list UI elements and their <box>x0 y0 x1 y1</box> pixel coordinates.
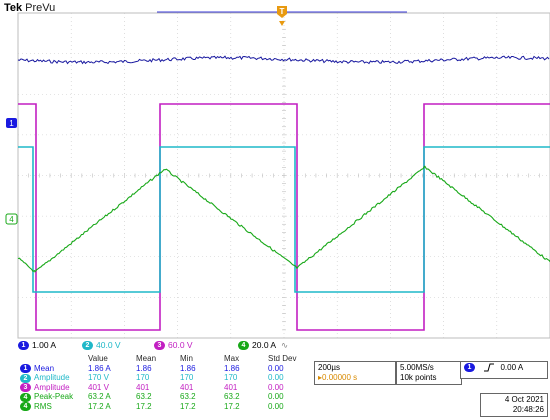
table-row[interactable]: 4 Peak-Peak 63.2 A 63.2 63.2 63.2 0.00 <box>18 392 310 402</box>
measurement-std: 0.00 <box>268 373 284 383</box>
measurement-mean: 401 <box>136 382 150 392</box>
ch4-badge-icon: 4 <box>20 402 31 412</box>
ch2-scale[interactable]: 2 40.0 V <box>82 340 121 351</box>
ch4-badge-icon: 4 <box>20 392 31 402</box>
measurement-max: 170 <box>224 373 238 383</box>
measurement-value: 401 V <box>88 382 109 392</box>
horizontal-delay: ▸0.00000 s <box>318 373 358 382</box>
ch1-marker-label: 1 <box>9 119 14 128</box>
col-min: Min <box>180 354 193 363</box>
measurement-min: 170 <box>180 373 194 383</box>
trigger-position-label: T <box>280 7 285 16</box>
measurement-std: 0.00 <box>268 382 284 392</box>
col-std-dev: Std Dev <box>268 354 297 363</box>
measurement-name: Peak-Peak <box>34 392 74 402</box>
measurement-mean: 1.86 <box>136 363 152 373</box>
record-length: 10k points <box>400 373 437 382</box>
measurement-name: Amplitude <box>34 382 70 392</box>
date: 4 Oct 2021 <box>504 395 544 404</box>
measurement-max: 63.2 <box>224 392 240 402</box>
measurement-min: 17.2 <box>180 401 196 411</box>
ch1-badge-icon: 1 <box>20 363 31 373</box>
col-value: Value <box>88 354 108 363</box>
ch1-scale-value: 1.00 A <box>32 340 57 350</box>
ch1-scale[interactable]: 1 1.00 A <box>18 340 56 351</box>
col-mean: Mean <box>136 354 157 363</box>
ch4-scale[interactable]: 4 20.0 A ∿ <box>238 340 288 351</box>
trigger-source-badge: 1 <box>464 363 475 373</box>
ch4-scale-value: 20.0 A <box>252 340 276 350</box>
measurement-mean: 170 <box>136 373 150 383</box>
ch4-marker-label: 4 <box>9 215 14 224</box>
measurement-value: 63.2 A <box>88 392 111 402</box>
ch2-badge-icon: 2 <box>82 341 93 351</box>
ch2-trace <box>18 146 550 293</box>
trigger-readout[interactable]: 1 0.00 A <box>460 361 548 379</box>
time: 20:48:26 <box>512 405 544 414</box>
measurement-min: 1.86 <box>180 363 196 373</box>
measurement-mean: 63.2 <box>136 392 152 402</box>
measurement-std: 0.00 <box>268 363 284 373</box>
table-row[interactable]: 2 Amplitude 170 V 170 170 170 0.00 <box>18 373 310 383</box>
ch1-badge-icon: 1 <box>18 341 29 351</box>
rising-edge-icon <box>484 363 495 372</box>
ch2-scale-value: 40.0 V <box>96 340 121 350</box>
measurement-mean: 17.2 <box>136 401 152 411</box>
measurement-max: 401 <box>224 382 238 392</box>
table-row[interactable]: 1 Mean 1.86 A 1.86 1.86 1.86 0.00 <box>18 364 310 374</box>
measurement-min: 401 <box>180 382 194 392</box>
measurement-std: 0.00 <box>268 392 284 402</box>
measurement-value: 17.2 A <box>88 401 111 411</box>
bandwidth-limit-icon: ∿ <box>281 340 289 350</box>
sample-rate: 5.00MS/s <box>400 363 434 372</box>
ch3-scale-value: 60.0 V <box>168 340 193 350</box>
measurement-max: 17.2 <box>224 401 240 411</box>
table-row[interactable]: 4 RMS 17.2 A 17.2 17.2 17.2 0.00 <box>18 402 310 412</box>
trace-markers: 1 4 T <box>5 6 287 225</box>
ch3-badge-icon: 3 <box>20 383 31 393</box>
measurement-max: 1.86 <box>224 363 240 373</box>
measurement-value: 170 V <box>88 373 109 383</box>
ch2-badge-icon: 2 <box>20 373 31 383</box>
ch3-badge-icon: 3 <box>154 341 165 351</box>
measurement-header-row: Value Mean Min Max Std Dev <box>18 354 310 364</box>
trigger-level: 0.00 A <box>500 363 524 372</box>
measurement-min: 63.2 <box>180 392 196 402</box>
ch4-badge-icon: 4 <box>238 341 249 351</box>
ch1-trace <box>17 55 550 65</box>
measurement-name: Mean <box>34 363 55 373</box>
measurement-std: 0.00 <box>268 401 284 411</box>
datetime-readout: 4 Oct 2021 20:48:26 <box>480 393 548 417</box>
table-row[interactable]: 3 Amplitude 401 V 401 401 401 0.00 <box>18 383 310 393</box>
measurement-table: Value Mean Min Max Std Dev 1 Mean 1.86 A … <box>18 354 310 412</box>
measurement-value: 1.86 A <box>88 363 111 373</box>
timebase-readout[interactable]: 200µs ▸0.00000 s <box>314 361 396 385</box>
measurement-name: Amplitude <box>34 373 70 383</box>
ch4-trace <box>17 165 550 273</box>
col-max: Max <box>224 354 240 363</box>
ch3-scale[interactable]: 3 60.0 V <box>154 340 193 351</box>
timebase-scale: 200µs <box>318 363 340 372</box>
acquisition-readout[interactable]: 5.00MS/s 10k points <box>396 361 462 385</box>
measurement-name: RMS <box>34 401 52 411</box>
